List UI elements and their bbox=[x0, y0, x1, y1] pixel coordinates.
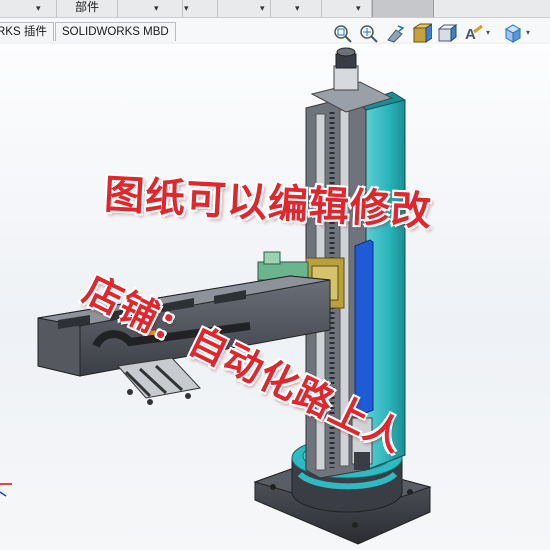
display-style-icon[interactable]: A bbox=[462, 22, 484, 46]
toolbar-dropdown[interactable]: ▾ bbox=[0, 0, 57, 17]
tab-solidworks-mbd[interactable]: SOLIDWORKS MBD bbox=[55, 22, 176, 41]
toolbar-dropdown[interactable]: ▾ bbox=[218, 0, 271, 17]
toolbar-dropdown[interactable]: ▾ bbox=[271, 0, 322, 17]
chevron-down-icon[interactable]: ▾ bbox=[486, 28, 490, 37]
chevron-down-icon: ▾ bbox=[184, 3, 189, 13]
command-toolbar: ▾ 部件 ▾ ▾ ▾ ▾ ▾ bbox=[0, 0, 550, 18]
view-orientation-icon[interactable] bbox=[436, 22, 458, 46]
toolbar-dropdown[interactable]: ▾ bbox=[118, 0, 183, 17]
chevron-down-icon: ▾ bbox=[356, 3, 361, 13]
zoom-to-fit-icon[interactable] bbox=[332, 22, 354, 46]
toolbar-dropdown[interactable]: ▾ bbox=[183, 0, 218, 17]
chevron-down-icon: ▾ bbox=[260, 3, 265, 13]
chevron-down-icon: ▾ bbox=[36, 3, 41, 13]
chevron-down-icon[interactable]: ▾ bbox=[526, 28, 530, 37]
section-view-icon[interactable] bbox=[410, 22, 434, 46]
graphics-area[interactable]: 图纸可以编辑修改 店铺：自动化路上人 bbox=[0, 44, 550, 550]
heads-up-view-toolbar: A ▾ ▾ bbox=[330, 22, 550, 48]
previous-view-icon[interactable] bbox=[384, 22, 406, 46]
chevron-down-icon: ▾ bbox=[154, 3, 159, 13]
part-label: 部件 bbox=[75, 0, 100, 14]
tab-addins[interactable]: RKS 插件 bbox=[0, 22, 54, 41]
zoom-to-area-icon[interactable] bbox=[358, 22, 380, 46]
toolbar-active-button[interactable] bbox=[372, 0, 434, 17]
view-cube-icon[interactable] bbox=[502, 22, 524, 46]
svg-text:A: A bbox=[465, 26, 476, 43]
axis-triad bbox=[0, 483, 12, 497]
gripper bbox=[117, 357, 201, 405]
toolbar-part-menu[interactable]: 部件 bbox=[57, 0, 118, 17]
chevron-down-icon: ▾ bbox=[295, 3, 300, 13]
toolbar-dropdown[interactable]: ▾ bbox=[322, 0, 372, 17]
